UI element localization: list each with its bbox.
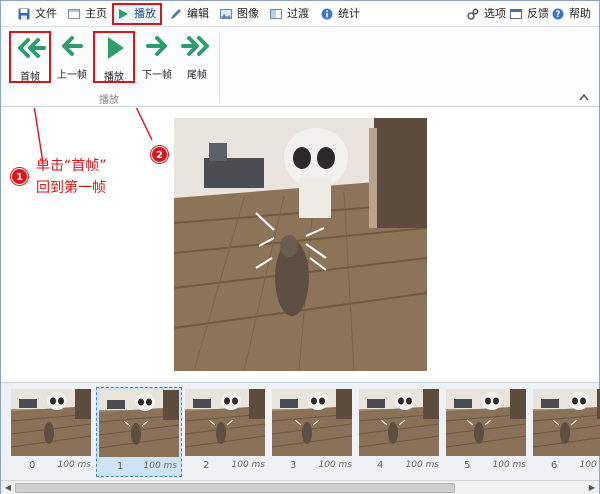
- transition-icon: [270, 9, 282, 19]
- menu-play[interactable]: 播放: [112, 3, 162, 25]
- frame-thumbnail-image: [533, 389, 600, 456]
- menu-transition-label: 过渡: [287, 7, 309, 20]
- annotation-line-1: 单击“首帧”: [36, 158, 107, 174]
- help-icon: ?: [552, 8, 564, 20]
- frame-thumbnail[interactable]: 6 100 ms: [531, 387, 600, 477]
- menu-help[interactable]: ? 帮助: [552, 5, 591, 23]
- previous-frame-icon: [62, 36, 83, 56]
- previous-frame-button[interactable]: 上一帧: [51, 31, 93, 83]
- annotation-line-2: 回到第一帧: [36, 180, 106, 196]
- frame-thumbnail[interactable]: 0 100 ms: [9, 387, 95, 477]
- play-label: 播放: [104, 72, 124, 83]
- frame-index: 0: [29, 460, 36, 471]
- scroll-left-icon[interactable]: ◀: [2, 482, 14, 494]
- first-frame-button[interactable]: 首帧: [9, 31, 51, 83]
- info-icon: [321, 8, 333, 20]
- svg-text:?: ?: [556, 10, 561, 20]
- frame-duration: 100 ms: [57, 460, 92, 470]
- scroll-right-icon[interactable]: ▶: [586, 482, 598, 494]
- frame-thumbnail-image: [185, 389, 265, 456]
- next-frame-icon: [146, 36, 167, 56]
- save-icon: [18, 8, 30, 20]
- last-frame-icon: [181, 36, 209, 56]
- frame-thumbnail[interactable]: 3 100 ms: [270, 387, 356, 477]
- play-icon: [108, 37, 124, 59]
- menu-options-label: 选项: [484, 7, 506, 20]
- frame-thumbnail-image: [272, 389, 352, 456]
- step-badge-1: 1: [11, 168, 28, 185]
- menu-feedback-label: 反馈: [527, 7, 549, 20]
- next-frame-button[interactable]: 下一帧: [136, 31, 178, 83]
- feedback-icon: [510, 9, 522, 19]
- preview-area: 2 1 单击“首帧” 回到第一帧: [1, 108, 599, 382]
- menu-file-label: 文件: [35, 7, 57, 20]
- menu-image-label: 图像: [237, 7, 259, 20]
- menu-file[interactable]: 文件: [18, 5, 57, 23]
- ribbon-group-separator: [219, 33, 220, 103]
- frame-duration: 100 ms: [231, 460, 266, 470]
- collapse-ribbon-icon[interactable]: [579, 93, 589, 101]
- menu-stats[interactable]: 统计: [321, 5, 360, 23]
- menu-bar: 文件 主页 播放 编辑 图像 过渡 统计 选项 反馈 ? 帮助: [1, 1, 599, 27]
- frame-thumbnail[interactable]: 2 100 ms: [183, 387, 269, 477]
- pencil-icon: [171, 9, 181, 19]
- step-badge-2: 2: [151, 146, 168, 163]
- frame-thumbnail-image: [99, 390, 179, 457]
- menu-transition[interactable]: 过渡: [270, 5, 309, 23]
- first-frame-label: 首帧: [20, 72, 40, 83]
- frame-index: 3: [290, 460, 297, 471]
- image-icon: [220, 9, 232, 19]
- frame-thumbnail[interactable]: 4 100 ms: [357, 387, 443, 477]
- menu-stats-label: 统计: [338, 7, 360, 20]
- next-frame-label: 下一帧: [142, 70, 172, 81]
- frame-duration: 100 ms: [579, 460, 600, 470]
- menu-play-label: 播放: [134, 7, 156, 20]
- previous-frame-label: 上一帧: [57, 70, 87, 81]
- frame-thumbnail[interactable]: 5 100 ms: [444, 387, 530, 477]
- frame-index: 4: [377, 460, 384, 471]
- frame-filmstrip: 0 100 ms 1 100 ms 2 100 ms 3 100 ms 4 100 ms 5 100 …: [1, 382, 600, 480]
- horizontal-scrollbar[interactable]: ◀ ▶: [1, 480, 599, 494]
- ribbon-group-label: 播放: [99, 95, 119, 106]
- frame-duration: 100 ms: [405, 460, 440, 470]
- menu-help-label: 帮助: [569, 7, 591, 20]
- menu-home[interactable]: 主页: [68, 5, 107, 23]
- frame-duration: 100 ms: [143, 461, 178, 471]
- home-icon: [68, 9, 80, 19]
- scrollbar-thumb[interactable]: [15, 483, 455, 493]
- frame-thumbnail-image: [359, 389, 439, 456]
- frame-duration: 100 ms: [492, 460, 527, 470]
- app-window: 文件 主页 播放 编辑 图像 过渡 统计 选项 反馈 ? 帮助 首帧 上一帧 播…: [0, 0, 600, 494]
- frame-duration: 100 ms: [318, 460, 353, 470]
- menu-options[interactable]: 选项: [467, 5, 506, 23]
- menu-edit[interactable]: 编辑: [170, 5, 209, 23]
- menu-image[interactable]: 图像: [220, 5, 259, 23]
- frame-index: 2: [203, 460, 210, 471]
- frame-thumbnail-image: [11, 389, 91, 456]
- frame-index: 1: [117, 461, 124, 472]
- last-frame-button[interactable]: 尾帧: [176, 31, 218, 83]
- frame-thumbnail[interactable]: 1 100 ms: [96, 387, 182, 477]
- menu-edit-label: 编辑: [187, 7, 209, 20]
- frame-index: 5: [464, 460, 471, 471]
- frame-thumbnail-image: [446, 389, 526, 456]
- play-icon: [119, 9, 128, 19]
- menu-home-label: 主页: [85, 7, 107, 20]
- options-icon: [467, 8, 479, 20]
- menu-feedback[interactable]: 反馈: [510, 5, 549, 23]
- first-frame-icon: [18, 38, 46, 58]
- annotation-arrows: [33, 108, 153, 164]
- ribbon-toolbar: 首帧 上一帧 播放 下一帧 尾帧 播放: [1, 27, 599, 107]
- frame-index: 6: [551, 460, 558, 471]
- last-frame-label: 尾帧: [187, 70, 207, 81]
- play-button[interactable]: 播放: [93, 31, 135, 83]
